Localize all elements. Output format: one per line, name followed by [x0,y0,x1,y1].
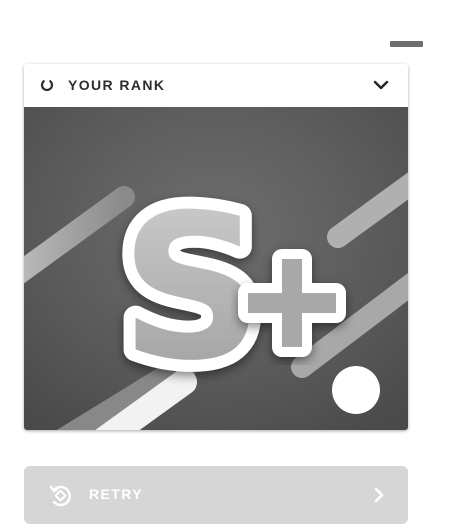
chevron-right-icon [374,487,384,503]
rank-panel: YOUR RANK S S [24,64,408,430]
chevron-down-icon[interactable] [373,79,389,91]
results-screen: YOUR RANK S S RETRY [0,0,460,530]
rank-panel-header[interactable]: YOUR RANK [24,64,408,107]
retry-icon [49,485,71,507]
loading-ring-icon [40,78,54,92]
rank-grade-image: S S [24,107,408,430]
rank-panel-title: YOUR RANK [68,77,166,93]
retry-button[interactable]: RETRY [24,466,408,524]
retry-button-label: RETRY [89,486,143,502]
minimize-handle[interactable] [390,41,423,47]
